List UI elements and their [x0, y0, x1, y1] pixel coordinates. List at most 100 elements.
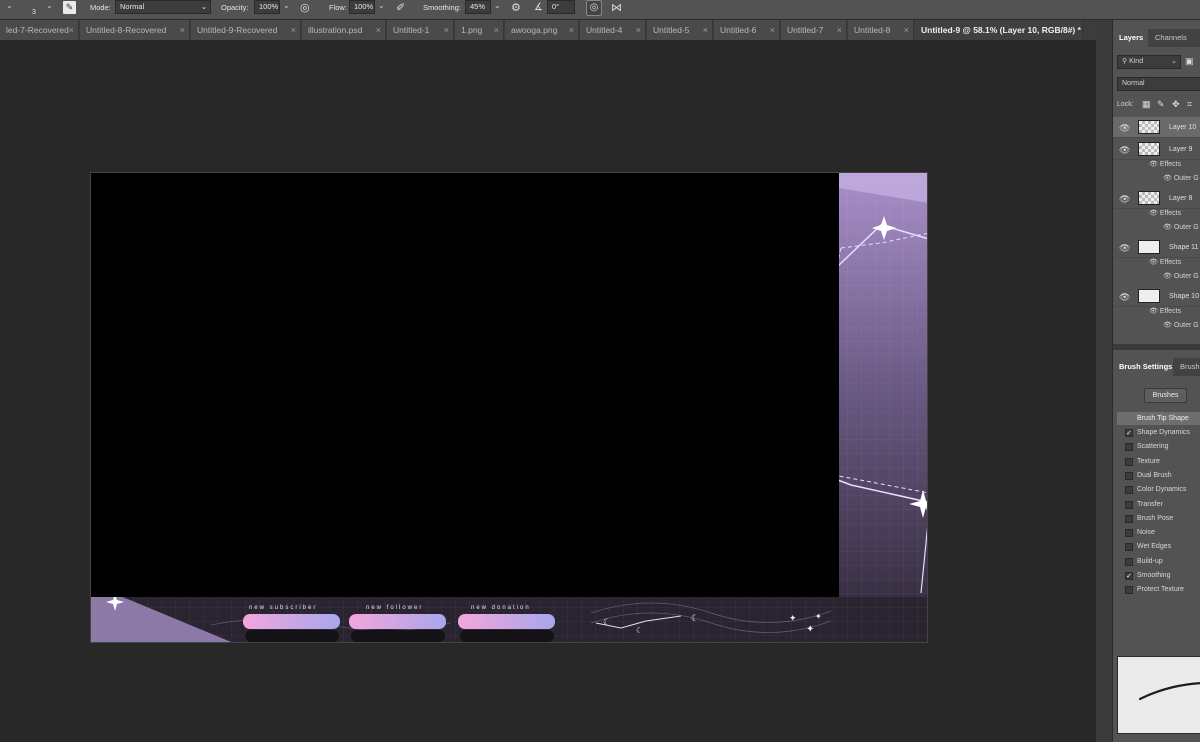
close-icon[interactable]: × — [569, 20, 574, 40]
close-icon[interactable]: × — [494, 20, 499, 40]
brushes-button[interactable]: Brushes — [1144, 388, 1187, 403]
eye-icon[interactable]: 👁 — [1163, 224, 1174, 231]
brush-option-row[interactable]: ✓ Shape Dynamics — [1113, 426, 1200, 440]
opacity-input[interactable]: 100% — [254, 0, 280, 14]
close-icon[interactable]: × — [291, 20, 296, 40]
pressure-size-icon[interactable]: ◎ — [586, 0, 602, 16]
close-icon[interactable]: × — [837, 20, 842, 40]
eye-icon[interactable]: 👁 — [1149, 308, 1160, 315]
brush-tip-shape-item[interactable]: Brush Tip Shape — [1117, 412, 1200, 425]
checkbox-checked[interactable]: ✓ — [1125, 429, 1133, 437]
tab-channels[interactable]: Channels — [1149, 29, 1200, 47]
tab-document[interactable]: Untitled-4 × — [580, 20, 646, 40]
layer-row[interactable]: 👁 Shape 10 — [1113, 286, 1200, 307]
blend-mode-select[interactable]: Normal — [1117, 77, 1200, 91]
brush-option-row[interactable]: Build-up — [1113, 555, 1200, 569]
image-filter-icon[interactable]: ▣ — [1185, 56, 1194, 67]
lock-paint-icon[interactable]: ✎ — [1157, 99, 1165, 110]
checkbox[interactable] — [1125, 457, 1133, 466]
tab-document[interactable]: Untitled-8 × — [848, 20, 914, 40]
opacity-chevron-icon[interactable]: ⌄ — [283, 1, 290, 10]
tab-layers[interactable]: Layers — [1113, 29, 1148, 47]
smoothing-chevron-icon[interactable]: ⌄ — [494, 1, 501, 10]
checkbox[interactable] — [1125, 443, 1133, 452]
checkbox[interactable] — [1125, 543, 1133, 552]
eye-icon[interactable]: 👁 — [1163, 322, 1174, 329]
mode-select[interactable]: Normal ⌄ — [115, 0, 211, 14]
brush-preset-chevron-icon[interactable]: ⌄ — [46, 1, 53, 10]
layer-row[interactable]: 👁 Layer 9 — [1113, 139, 1200, 160]
document-canvas[interactable]: ☾ ☾ ☾ ✦ ✦ ✦ new subscriber new follower … — [90, 172, 928, 643]
gear-icon[interactable]: ⚙ — [511, 1, 521, 14]
brush-option-row[interactable]: Noise — [1113, 526, 1200, 540]
eye-icon[interactable]: 👁 — [1119, 145, 1130, 156]
eye-icon[interactable]: 👁 — [1119, 243, 1130, 254]
airbrush-icon[interactable]: ✐ — [396, 1, 405, 14]
checkbox[interactable] — [1125, 557, 1133, 566]
layer-row[interactable]: 👁 Layer 10 — [1113, 117, 1200, 138]
close-icon[interactable]: × — [770, 20, 775, 40]
eye-icon[interactable]: 👁 — [1163, 273, 1174, 280]
pressure-opacity-icon[interactable]: ◎ — [300, 1, 310, 14]
layer-row[interactable]: 👁 Layer 8 — [1113, 188, 1200, 209]
brush-panel-toggle-icon[interactable]: ✎ — [63, 1, 76, 14]
checkbox[interactable] — [1125, 586, 1133, 595]
effects-row[interactable]: 👁 Effects — [1149, 209, 1181, 217]
effect-row[interactable]: 👁 Outer G — [1163, 174, 1199, 182]
brush-option-row[interactable]: Wet Edges — [1113, 540, 1200, 554]
effects-row[interactable]: 👁 Effects — [1149, 307, 1181, 315]
eye-icon[interactable]: 👁 — [1119, 123, 1130, 134]
tab-document[interactable]: awooga.png × — [505, 20, 579, 40]
tab-document[interactable]: Untitled-1 × — [387, 20, 454, 40]
tab-document[interactable]: Untitled-7 × — [781, 20, 847, 40]
brush-option-row[interactable]: Brush Pose — [1113, 512, 1200, 526]
effect-row[interactable]: 👁 Outer G — [1163, 223, 1199, 231]
brush-option-row[interactable]: ✓ Smoothing — [1113, 569, 1200, 583]
tab-brush-settings[interactable]: Brush Settings — [1113, 358, 1173, 376]
checkbox[interactable] — [1125, 471, 1133, 480]
tab-document[interactable]: Untitled-6 × — [714, 20, 780, 40]
effects-row[interactable]: 👁 Effects — [1149, 160, 1181, 168]
checkbox[interactable] — [1125, 500, 1133, 509]
checkbox[interactable] — [1125, 529, 1133, 538]
close-icon[interactable]: × — [904, 20, 909, 40]
brush-option-row[interactable]: Protect Texture — [1113, 583, 1200, 597]
close-icon[interactable]: × — [376, 20, 381, 40]
checkbox[interactable] — [1125, 514, 1133, 523]
eye-icon[interactable]: 👁 — [1149, 210, 1160, 217]
eye-icon[interactable]: 👁 — [1119, 194, 1130, 205]
effect-row[interactable]: 👁 Outer G — [1163, 321, 1199, 329]
close-icon[interactable]: × — [703, 20, 708, 40]
effects-row[interactable]: 👁 Effects — [1149, 258, 1181, 266]
eye-icon[interactable]: 👁 — [1119, 292, 1130, 303]
flow-chevron-icon[interactable]: ⌄ — [378, 1, 385, 10]
checkbox-checked[interactable]: ✓ — [1125, 572, 1133, 580]
tab-active-document[interactable]: Untitled-9 @ 58.1% (Layer 10, RGB/8#) * — [915, 20, 1083, 40]
close-icon[interactable]: × — [636, 20, 641, 40]
tab-document[interactable]: illustration.psd × — [302, 20, 386, 40]
brush-option-row[interactable]: Dual Brush — [1113, 469, 1200, 483]
brush-option-row[interactable]: Texture — [1113, 455, 1200, 469]
tab-document[interactable]: Untitled-5 × — [647, 20, 713, 40]
brush-option-row[interactable]: Transfer — [1113, 498, 1200, 512]
brush-option-row[interactable]: Color Dynamics — [1113, 483, 1200, 497]
eye-icon[interactable]: 👁 — [1149, 161, 1160, 168]
lock-move-icon[interactable]: ✥ — [1172, 99, 1180, 110]
tab-document[interactable]: led-7-Recovered × — [0, 20, 79, 40]
lock-artboard-icon[interactable]: ⌗ — [1187, 99, 1192, 110]
eye-icon[interactable]: 👁 — [1163, 175, 1174, 182]
layer-row[interactable]: 👁 Shape 11 — [1113, 237, 1200, 258]
checkbox[interactable] — [1125, 486, 1133, 495]
angle-input[interactable]: 0° — [547, 0, 575, 14]
effect-row[interactable]: 👁 Outer G — [1163, 272, 1199, 280]
eye-icon[interactable]: 👁 — [1149, 259, 1160, 266]
brush-option-row[interactable]: Scattering — [1113, 440, 1200, 454]
flow-input[interactable]: 100% — [349, 0, 375, 14]
symmetry-butterfly-icon[interactable]: ⋈ — [611, 1, 622, 14]
smoothing-input[interactable]: 45% — [465, 0, 491, 14]
filter-kind-select[interactable]: ⚲ Kind ⌄ — [1117, 55, 1181, 69]
close-icon[interactable]: × — [180, 20, 185, 40]
tab-document[interactable]: 1.png × — [455, 20, 504, 40]
close-icon[interactable]: × — [444, 20, 449, 40]
tab-brushes[interactable]: Brush — [1174, 358, 1200, 376]
